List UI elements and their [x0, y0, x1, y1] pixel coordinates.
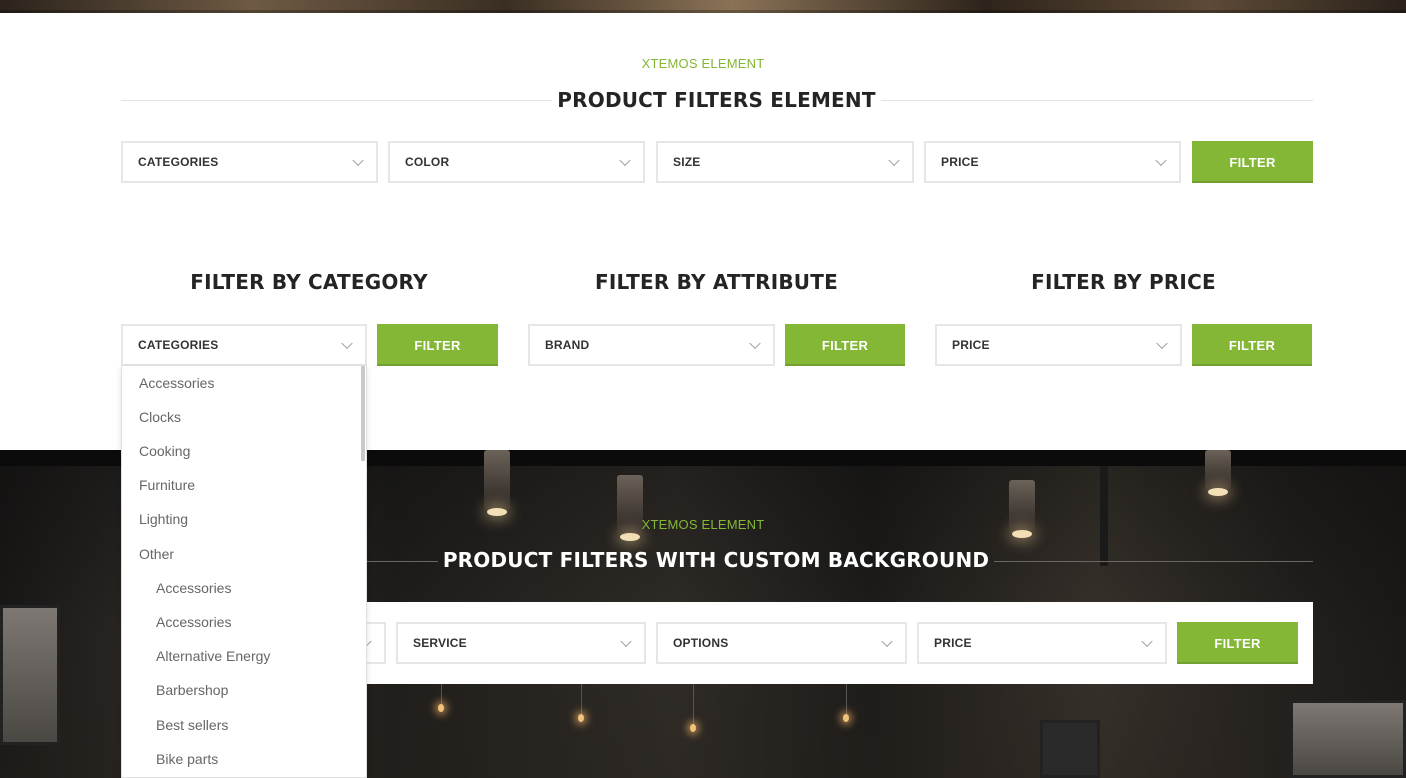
- select-value: BRAND: [545, 338, 590, 352]
- hanging-bulb: [578, 714, 584, 722]
- title-divider-left: [367, 561, 438, 562]
- bulb-wire: [441, 684, 442, 704]
- select-value: PRICE: [934, 636, 972, 650]
- select-value: OPTIONS: [673, 636, 729, 650]
- dropdown-option[interactable]: Lighting: [139, 511, 188, 527]
- scrollbar-thumb[interactable]: [361, 366, 365, 461]
- filter-by-category-title: FILTER BY CATEGORY: [190, 270, 428, 294]
- dropdown-suboption[interactable]: Best sellers: [156, 717, 228, 733]
- dropdown-suboption[interactable]: Alternative Energy: [156, 648, 270, 664]
- category-select[interactable]: CATEGORIES: [121, 324, 367, 366]
- background-window: [0, 605, 60, 745]
- title-divider-right: [994, 561, 1313, 562]
- filter-by-attribute-title: FILTER BY ATTRIBUTE: [595, 270, 838, 294]
- color-select[interactable]: COLOR: [388, 141, 645, 183]
- chevron-down-icon: [881, 635, 893, 648]
- price-filter-button[interactable]: FILTER: [1192, 324, 1312, 366]
- hanging-bulb: [690, 724, 696, 732]
- section3-title: PRODUCT FILTERS WITH CUSTOM BACKGROUND: [442, 548, 990, 572]
- options-select[interactable]: OPTIONS: [656, 622, 907, 664]
- attribute-filter-button[interactable]: FILTER: [785, 324, 905, 366]
- background-window: [1040, 720, 1100, 778]
- chevron-down-icon: [341, 337, 353, 350]
- hanging-bulb: [843, 714, 849, 722]
- title-divider-left: [121, 100, 552, 101]
- chevron-down-icon: [1141, 635, 1153, 648]
- pendant-lamp: [484, 450, 510, 516]
- section1-title: PRODUCT FILTERS ELEMENT: [557, 88, 876, 112]
- chevron-down-icon: [1155, 154, 1167, 167]
- chevron-down-icon: [620, 635, 632, 648]
- ceiling-beam: [1100, 466, 1108, 566]
- category-filter-button[interactable]: FILTER: [377, 324, 498, 366]
- bulb-wire: [581, 684, 582, 714]
- filter-by-price-title: FILTER BY PRICE: [1031, 270, 1216, 294]
- select-value: SERVICE: [413, 636, 467, 650]
- price-select[interactable]: PRICE: [924, 141, 1181, 183]
- select-value: PRICE: [941, 155, 979, 169]
- title-divider-right: [881, 100, 1313, 101]
- chevron-down-icon: [352, 154, 364, 167]
- filter-button[interactable]: FILTER: [1192, 141, 1313, 183]
- chevron-down-icon: [749, 337, 761, 350]
- categories-dropdown-list[interactable]: Accessories Clocks Cooking Furniture Lig…: [121, 366, 367, 778]
- select-value: CATEGORIES: [138, 155, 219, 169]
- dropdown-suboption[interactable]: Bike parts: [156, 751, 218, 767]
- dropdown-option[interactable]: Accessories: [139, 375, 214, 391]
- size-select[interactable]: SIZE: [656, 141, 914, 183]
- dropdown-option[interactable]: Other: [139, 546, 174, 562]
- chevron-down-icon: [888, 154, 900, 167]
- hanging-bulb: [438, 704, 444, 712]
- select-value: COLOR: [405, 155, 450, 169]
- select-value: PRICE: [952, 338, 990, 352]
- dropdown-suboption[interactable]: Accessories: [156, 580, 231, 596]
- dropdown-option[interactable]: Clocks: [139, 409, 181, 425]
- dropdown-suboption[interactable]: Barbershop: [156, 682, 228, 698]
- chevron-down-icon: [619, 154, 631, 167]
- dropdown-suboption[interactable]: Accessories: [156, 614, 231, 630]
- categories-select[interactable]: CATEGORIES: [121, 141, 378, 183]
- chevron-down-icon: [1156, 337, 1168, 350]
- pendant-lamp: [1205, 450, 1231, 496]
- bulb-wire: [693, 684, 694, 724]
- dropdown-option[interactable]: Cooking: [139, 443, 190, 459]
- bulb-wire: [846, 684, 847, 714]
- select-value: SIZE: [673, 155, 701, 169]
- section1-eyebrow: XTEMOS ELEMENT: [641, 56, 765, 71]
- background-window: [1290, 700, 1406, 778]
- dropdown-option[interactable]: Furniture: [139, 477, 195, 493]
- service-select[interactable]: SERVICE: [396, 622, 646, 664]
- filter-button[interactable]: FILTER: [1177, 622, 1298, 664]
- price-select[interactable]: PRICE: [917, 622, 1167, 664]
- price-range-select[interactable]: PRICE: [935, 324, 1182, 366]
- brand-select[interactable]: BRAND: [528, 324, 775, 366]
- top-background-image: [0, 0, 1406, 13]
- select-value: CATEGORIES: [138, 338, 219, 352]
